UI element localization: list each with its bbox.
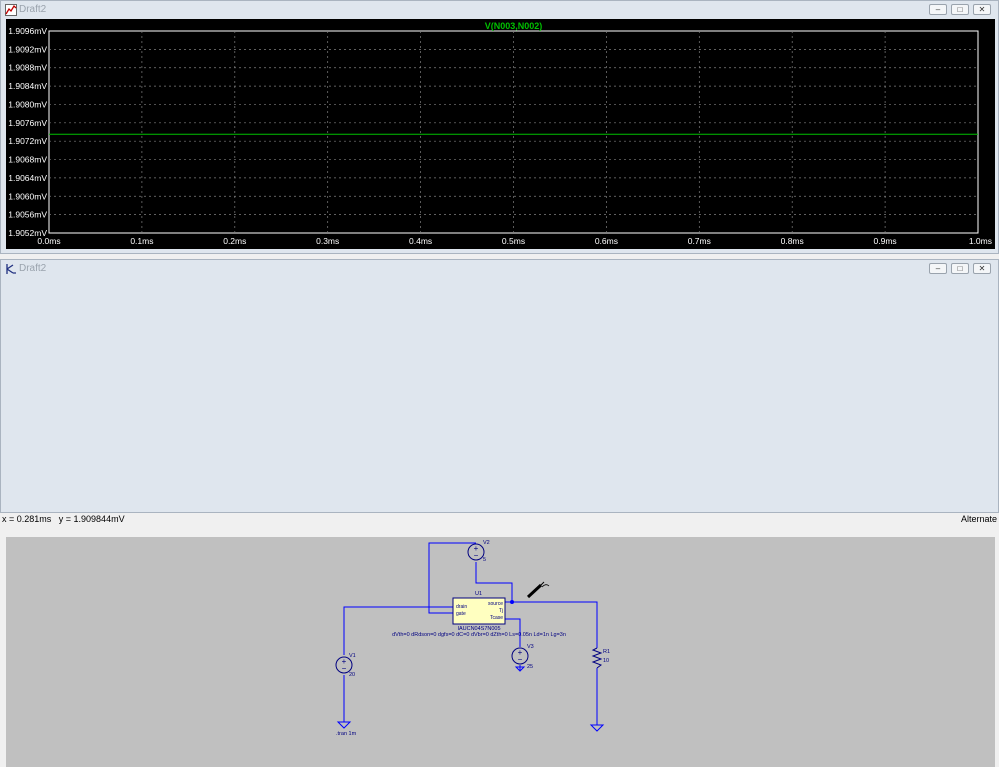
x-tick-label: 0.4ms: [409, 236, 432, 246]
x-tick-label: 0.2ms: [223, 236, 246, 246]
schematic-window-titlebar[interactable]: Draft2 – □ ✕: [1, 260, 998, 278]
x-tick-label: 1.0ms: [969, 236, 992, 246]
ground-icon: [336, 721, 352, 729]
junction-dot: [510, 600, 514, 604]
y-tick-label: 1.9064mV: [8, 173, 47, 183]
u1-params-label: dVth=0 dRdson=0 dgfs=0 dC=0 dVbr=0 dZth=…: [392, 632, 566, 638]
u1-ref-label: U1: [475, 591, 482, 597]
r1-ref-label: R1: [603, 649, 610, 655]
schematic-icon: [6, 264, 16, 274]
x-tick-label: 0.8ms: [781, 236, 804, 246]
svg-text:−: −: [342, 664, 347, 673]
restore-button[interactable]: □: [951, 263, 969, 274]
waveform-plot-area[interactable]: V(N003,N002) 1.9096mV 1.9092mV 1.9088mV 1.90…: [6, 19, 995, 249]
schematic-canvas[interactable]: + − V2 5 + − V1 20 + − V3 25 R1 10 U1 dr…: [6, 537, 995, 767]
voltage-probe-icon: [526, 581, 550, 599]
x-tick-label: 0.1ms: [130, 236, 153, 246]
y-tick-label: 1.9056mV: [8, 210, 47, 220]
v2-value-label: 5: [483, 557, 486, 563]
schematic-window: Draft2 – □ ✕ + − V2 5 + − V1 20 + − V3 2…: [0, 259, 999, 767]
minimize-button[interactable]: –: [929, 263, 947, 274]
x-tick-label: 0.7ms: [688, 236, 711, 246]
v2-ref-label: V2: [483, 540, 490, 546]
voltage-source-v2[interactable]: + −: [467, 543, 485, 561]
plot-window-titlebar[interactable]: Draft2 – □ ✕: [1, 1, 998, 19]
u1-pin-drain: drain: [456, 604, 467, 610]
ground-icon: [589, 724, 605, 732]
wire[interactable]: [343, 606, 453, 655]
v1-ref-label: V1: [349, 653, 356, 659]
v3-ref-label: V3: [527, 644, 534, 650]
y-tick-label: 1.9088mV: [8, 63, 47, 73]
voltage-source-v3[interactable]: + −: [511, 647, 529, 665]
u1-pin-gate: gate: [456, 611, 466, 617]
y-tick-label: 1.9072mV: [8, 136, 47, 146]
x-tick-label: 0.3ms: [316, 236, 339, 246]
y-tick-label: 1.9092mV: [8, 44, 47, 54]
v1-value-label: 20: [349, 672, 355, 678]
y-tick-label: 1.9096mV: [8, 26, 47, 36]
spice-directive[interactable]: .tran 1m: [336, 731, 357, 737]
voltage-source-v1[interactable]: + −: [335, 656, 353, 674]
cursor-readout: x = 0.281ms y = 1.909844mV: [2, 514, 125, 524]
waveform-chart[interactable]: V(N003,N002) 1.9096mV 1.9092mV 1.9088mV 1.90…: [6, 19, 995, 249]
x-tick-label: 0.6ms: [595, 236, 618, 246]
x-tick-label: 0.5ms: [502, 236, 525, 246]
svg-text:−: −: [518, 655, 523, 664]
minimize-button[interactable]: –: [929, 4, 947, 15]
y-tick-label: 1.9068mV: [8, 155, 47, 165]
schematic-drawing[interactable]: + − V2 5 + − V1 20 + − V3 25 R1 10 U1 dr…: [6, 537, 995, 767]
svg-text:−: −: [474, 551, 479, 560]
waveform-icon: [5, 4, 17, 16]
wire[interactable]: [505, 601, 598, 648]
y-tick-label: 1.9080mV: [8, 99, 47, 109]
v3-value-label: 25: [527, 664, 533, 670]
u1-pin-tj: Tj: [499, 608, 503, 614]
u1-pin-source: source: [488, 601, 503, 607]
y-tick-label: 1.9076mV: [8, 118, 47, 128]
schematic-window-title: Draft2: [19, 263, 47, 274]
x-tick-label: 0.0ms: [37, 236, 60, 246]
status-bar: x = 0.281ms y = 1.909844mV Alternate: [0, 513, 999, 525]
y-tick-label: 1.9060mV: [8, 191, 47, 201]
plot-window-title: Draft2: [19, 4, 47, 15]
restore-button[interactable]: □: [951, 4, 969, 15]
mode-indicator: Alternate: [960, 514, 997, 524]
x-tick-label: 0.9ms: [874, 236, 897, 246]
u1-pin-tcase: Tcase: [490, 615, 503, 621]
plot-window: Draft2 – □ ✕ V(N003,N002) 1.9096mV 1.9092m…: [0, 0, 999, 254]
y-tick-label: 1.9084mV: [8, 81, 47, 91]
close-button[interactable]: ✕: [973, 263, 991, 274]
r1-value-label: 10: [603, 658, 609, 664]
trace-title[interactable]: V(N003,N002): [485, 21, 543, 31]
close-button[interactable]: ✕: [973, 4, 991, 15]
resistor-r1[interactable]: [591, 647, 603, 669]
